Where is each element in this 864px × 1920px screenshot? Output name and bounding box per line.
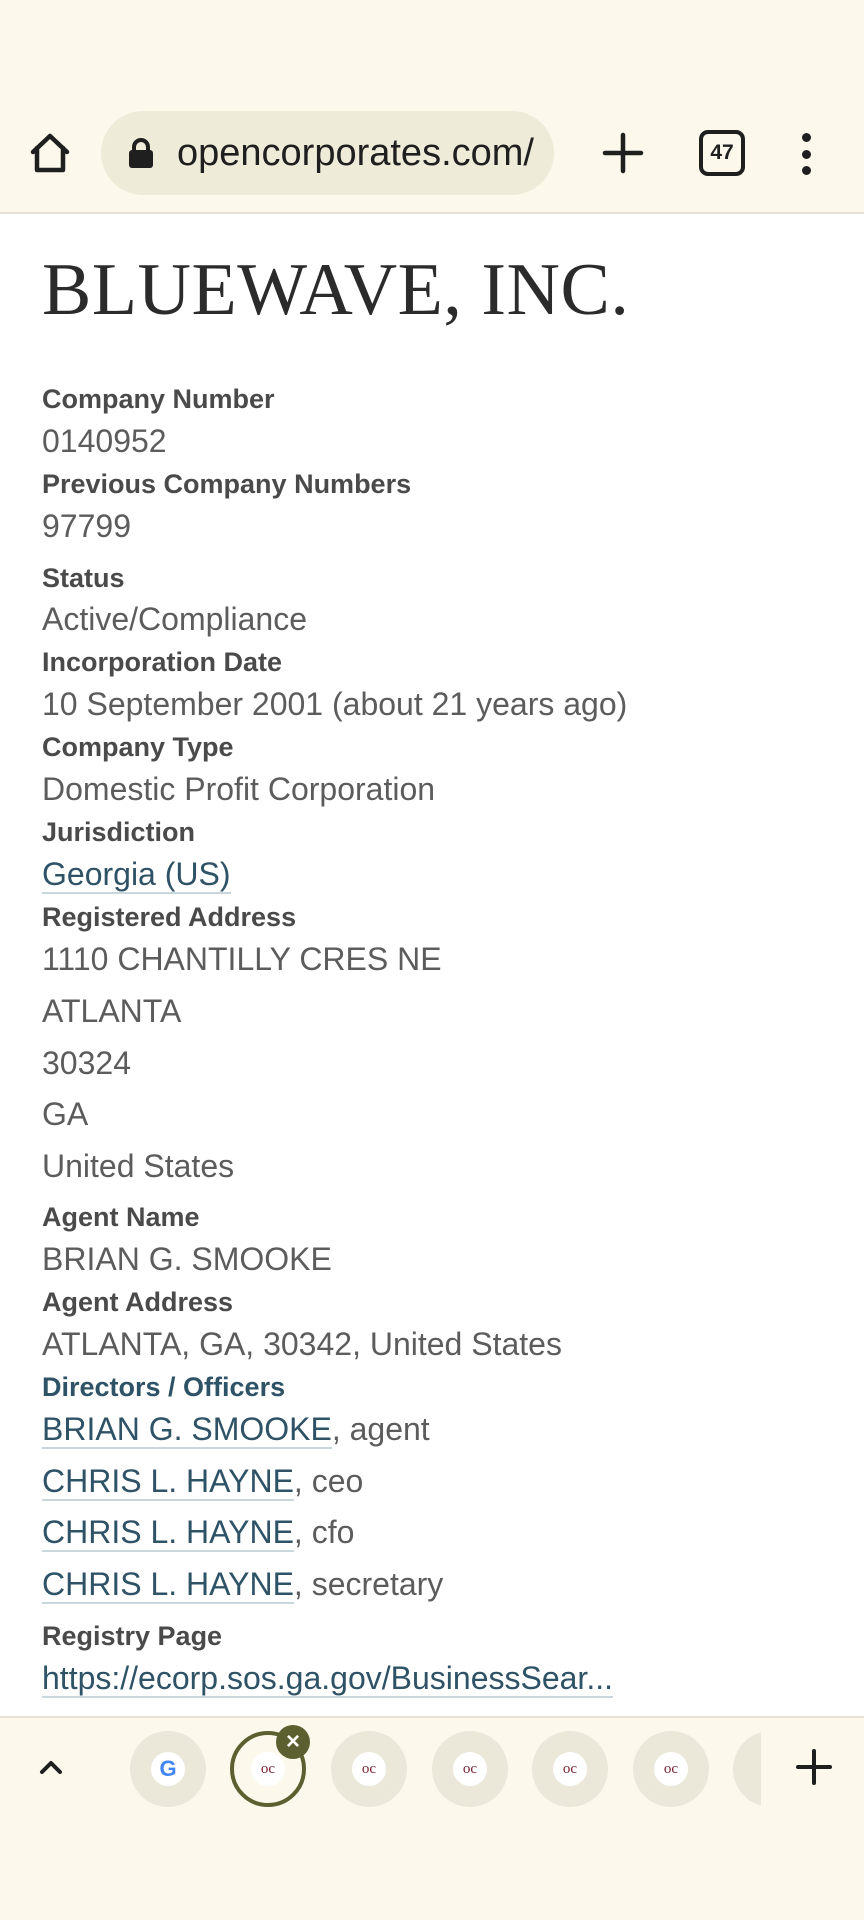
jurisdiction-label: Jurisdiction [42,817,196,847]
tab-thumb[interactable]: oc [432,1731,508,1807]
home-icon [30,133,70,173]
officer-row: CHRIS L. HAYNE, cfo [42,1512,354,1552]
registry-page-row: https://ecorp.sos.ga.gov/BusinessSear... [42,1658,613,1698]
navigation-bar [0,1822,864,1920]
url-text[interactable]: opencorporates.com/ [177,130,537,176]
google-glyph: G [159,1756,177,1781]
incorporation-date-label: Incorporation Date [42,647,283,677]
jurisdiction-row: Georgia (US) [42,854,231,894]
registry-page-label: Registry Page [42,1621,223,1651]
address-line: GA [42,1096,89,1132]
agent-address-label: Agent Address [42,1287,234,1317]
agent-name-label: Agent Name [42,1202,200,1232]
opencorporates-icon: oc [251,1752,285,1786]
chevron-up-icon[interactable] [34,1750,68,1784]
tab-thumb[interactable]: G [130,1731,206,1807]
google-icon: G [151,1752,185,1786]
more-menu-icon[interactable] [791,125,821,183]
previous-numbers-label: Previous Company Numbers [42,469,412,499]
home-button[interactable] [22,124,78,182]
close-tab-icon[interactable]: × [276,1725,310,1759]
status-bar [0,0,864,100]
agent-name-value: BRIAN G. SMOOKE [42,1241,332,1277]
company-type-value: Domestic Profit Corporation [42,771,436,807]
company-name: BLUEWAVE, INC. [42,249,630,331]
officer-role: , secretary [293,1566,444,1602]
opencorporates-icon: oc [553,1752,587,1786]
officer-role: , agent [331,1411,430,1447]
officer-role: , cfo [293,1514,355,1550]
officer-name-link[interactable]: CHRIS L. HAYNE [42,1566,294,1604]
agent-address-value: ATLANTA, GA, 30342, United States [42,1326,562,1362]
tab-switcher-button[interactable]: 47 [699,130,745,176]
officer-name-link[interactable]: CHRIS L. HAYNE [42,1463,294,1501]
officer-row: BRIAN G. SMOOKE, agent [42,1409,430,1449]
jurisdiction-link[interactable]: Georgia (US) [42,856,231,894]
officer-row: CHRIS L. HAYNE, secretary [42,1564,443,1604]
lock-icon [129,138,153,168]
opencorporates-icon: oc [453,1752,487,1786]
registry-page-link[interactable]: https://ecorp.sos.ga.gov/BusinessSear... [42,1660,613,1698]
add-tab-icon[interactable] [794,1747,834,1787]
tab-thumb[interactable]: oc [331,1731,407,1807]
company-number-label: Company Number [42,384,275,414]
previous-numbers-value: 97799 [42,508,131,544]
officer-role: , ceo [293,1463,364,1499]
address-line: United States [42,1148,235,1184]
address-line: ATLANTA [42,993,182,1029]
officer-name-link[interactable]: CHRIS L. HAYNE [42,1514,294,1552]
status-value: Active/Compliance [42,601,307,637]
opencorporates-icon: oc [352,1752,386,1786]
address-line: 1110 CHANTILLY CRES NE [42,941,442,977]
registered-address-label: Registered Address [42,902,297,932]
tab-thumb-partial[interactable] [733,1731,761,1807]
tab-thumb[interactable]: oc [532,1731,608,1807]
status-label: Status [42,563,125,593]
company-type-label: Company Type [42,732,234,762]
opencorporates-icon: oc [654,1752,688,1786]
officer-name-link[interactable]: BRIAN G. SMOOKE [42,1411,332,1449]
directors-officers-link[interactable]: Directors / Officers [42,1370,285,1404]
officer-row: CHRIS L. HAYNE, ceo [42,1461,363,1501]
new-tab-icon[interactable] [595,125,651,181]
tab-thumb[interactable]: oc [633,1731,709,1807]
incorporation-date-value: 10 September 2001 (about 21 years ago) [42,686,628,722]
address-line: 30324 [42,1045,131,1081]
company-number-value: 0140952 [42,423,167,459]
